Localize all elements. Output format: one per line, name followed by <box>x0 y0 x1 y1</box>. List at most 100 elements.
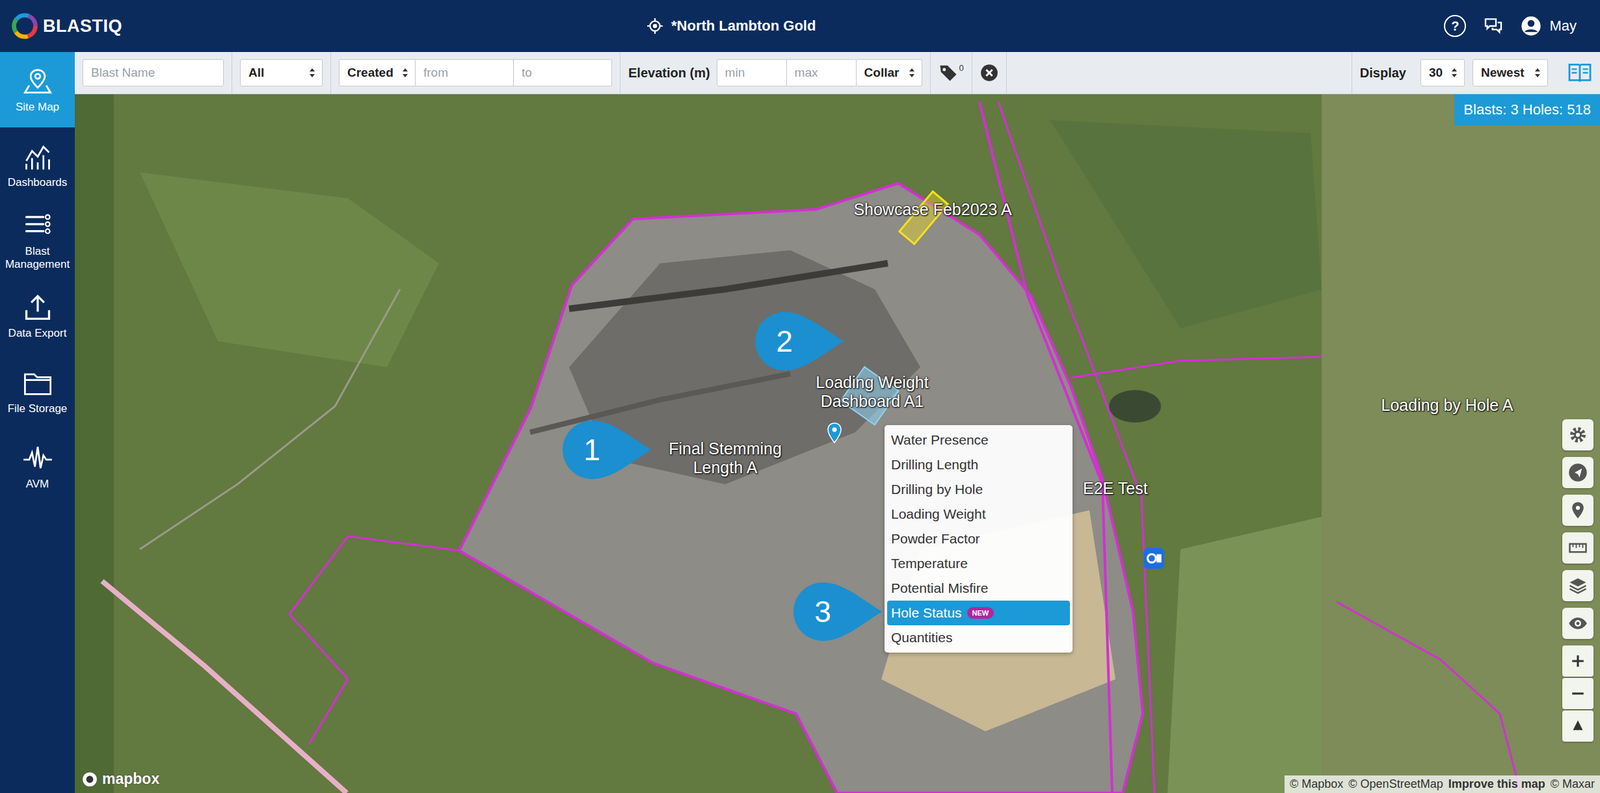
updown-icon <box>401 67 409 79</box>
attribution-link[interactable]: © Maxar <box>1550 777 1595 792</box>
menu-item[interactable]: Loading Weight <box>887 502 1070 527</box>
menu-item[interactable]: Water Presence <box>887 427 1070 453</box>
menu-item[interactable]: Quantities <box>887 625 1070 651</box>
zoom-in-button[interactable] <box>1562 645 1594 678</box>
updown-icon <box>308 67 316 79</box>
menu-item[interactable]: Potential Misfire <box>887 576 1070 601</box>
menu-item[interactable]: Temperature <box>887 551 1070 577</box>
map-marker-icon <box>1568 500 1588 521</box>
map-attribution: © Mapbox © OpenStreetMap Improve this map ©… <box>1284 775 1600 793</box>
max-elevation-input[interactable] <box>786 59 857 87</box>
menu-item-label: Drilling by Hole <box>891 481 983 498</box>
mapbox-logo[interactable]: mapbox <box>81 770 160 789</box>
list-icon <box>22 210 54 242</box>
updown-icon <box>908 67 916 79</box>
chat-icon[interactable] <box>1482 15 1504 37</box>
book-icon[interactable] <box>1567 62 1593 84</box>
from-date-input[interactable] <box>414 59 514 87</box>
elevation-label: Elevation (m) <box>628 65 711 81</box>
eye-icon <box>1568 613 1588 634</box>
updown-icon <box>1451 67 1458 79</box>
user-icon <box>1520 15 1542 37</box>
menu-item[interactable]: Powder Factor <box>887 526 1070 552</box>
pin-button[interactable] <box>1562 494 1594 527</box>
sidebar-item[interactable]: Blast Management <box>0 202 75 279</box>
new-badge: NEW <box>967 607 995 620</box>
blastiq-app: BLASTIQ *North Lambton Gold? May Site Map Da… <box>0 0 1600 793</box>
site-selector[interactable]: *North Lambton Gold <box>122 17 1444 35</box>
sidebar-label: File Storage <box>7 402 68 416</box>
clear-filters-icon[interactable] <box>980 63 999 82</box>
site-map[interactable]: Showcase Feb2023 A Loading Weight Dashboa… <box>74 94 1600 793</box>
visibility-button[interactable] <box>1562 608 1594 640</box>
layers-button[interactable] <box>1562 570 1594 602</box>
callout-marker: 3 <box>786 581 882 643</box>
callout-bubble-icon <box>556 419 652 481</box>
callout-bubble-icon <box>786 581 882 643</box>
to-date-input[interactable] <box>513 59 613 87</box>
waveform-icon <box>22 442 54 475</box>
sidebar-item[interactable]: Data Export <box>0 278 75 354</box>
filter-bar: All Created Elevation (m) Collar 0 Display 30N… <box>74 52 1600 95</box>
menu-item[interactable]: Drilling by Hole <box>887 477 1070 503</box>
settings-button[interactable] <box>1562 419 1594 451</box>
gear-icon <box>1568 425 1588 445</box>
attribution-link[interactable]: Improve this map <box>1448 777 1546 792</box>
blast-label[interactable]: Showcase Feb2023 A <box>853 200 1012 220</box>
blast-label[interactable]: E2E Test <box>1082 479 1148 499</box>
sidebar-item[interactable]: File Storage <box>0 353 75 430</box>
brand-logo[interactable]: BLASTIQ <box>10 11 123 41</box>
attribution-link[interactable]: © Mapbox <box>1289 777 1344 792</box>
navigation-arrow-icon <box>1568 463 1588 483</box>
menu-item-label: Temperature <box>891 556 968 572</box>
mapbox-icon <box>81 771 99 789</box>
min-elevation-input[interactable] <box>716 59 787 87</box>
map-pin-icon <box>22 65 54 97</box>
minus-icon <box>1568 684 1588 704</box>
blast-name-input[interactable] <box>82 59 224 87</box>
sidebar-item[interactable]: AVM <box>0 429 75 505</box>
main-area: AllCreatedElevation (m)Collar0Display30N… <box>74 52 1600 793</box>
type-select[interactable]: All <box>240 59 323 87</box>
updown-icon <box>1534 67 1541 79</box>
site-name: *North Lambton Gold <box>671 17 816 35</box>
menu-item-label: Potential Misfire <box>891 580 988 597</box>
compass-button[interactable] <box>1562 710 1594 743</box>
user-name: May <box>1549 17 1577 35</box>
menu-item-label: Hole Status <box>891 605 962 622</box>
blast-label[interactable]: Loading Weight Dashboard A1 <box>807 373 938 412</box>
menu-item[interactable]: Hole Status NEW <box>887 600 1070 626</box>
sidebar-label: AVM <box>26 478 50 492</box>
mapbox-text: mapbox <box>102 770 160 789</box>
elevation-reference-select[interactable]: Collar <box>855 59 923 87</box>
user-menu[interactable]: May <box>1520 15 1577 37</box>
page-size-select[interactable]: 30 <box>1420 59 1465 87</box>
menu-item-label: Loading Weight <box>891 506 987 523</box>
blast-label[interactable]: Loading by Hole A <box>1381 396 1514 415</box>
map-controls <box>1562 419 1594 743</box>
layers-icon <box>1568 576 1588 596</box>
top-actions: ? May <box>1443 14 1590 38</box>
sidebar-label: Site Map <box>15 100 60 114</box>
tag-count: 0 <box>959 63 964 73</box>
help-icon[interactable]: ? <box>1443 14 1467 38</box>
camera-marker-icon[interactable] <box>1142 547 1165 570</box>
date-field-select[interactable]: Created <box>338 59 416 87</box>
compass-icon <box>1568 716 1588 737</box>
display-label: Display <box>1360 65 1407 81</box>
sort-select[interactable]: Newest <box>1472 59 1548 87</box>
location-pin-icon[interactable] <box>826 422 843 444</box>
menu-item[interactable]: Drilling Length <box>887 452 1070 478</box>
navigate-button[interactable] <box>1562 457 1594 489</box>
measure-button[interactable] <box>1562 532 1594 564</box>
sidebar-item[interactable]: Dashboards <box>0 127 75 203</box>
attribution-link[interactable]: © OpenStreetMap <box>1348 777 1443 792</box>
sidebar-item[interactable]: Site Map <box>0 52 75 128</box>
zoom-out-button[interactable] <box>1562 678 1594 710</box>
blast-label[interactable]: Final Stemming Length A <box>653 439 797 478</box>
tag-filter[interactable]: 0 <box>938 63 964 83</box>
menu-item-label: Water Presence <box>891 432 989 449</box>
callout-number: 3 <box>793 581 853 643</box>
menu-item-label: Quantities <box>891 630 953 646</box>
sidebar-label: Dashboards <box>7 176 68 190</box>
